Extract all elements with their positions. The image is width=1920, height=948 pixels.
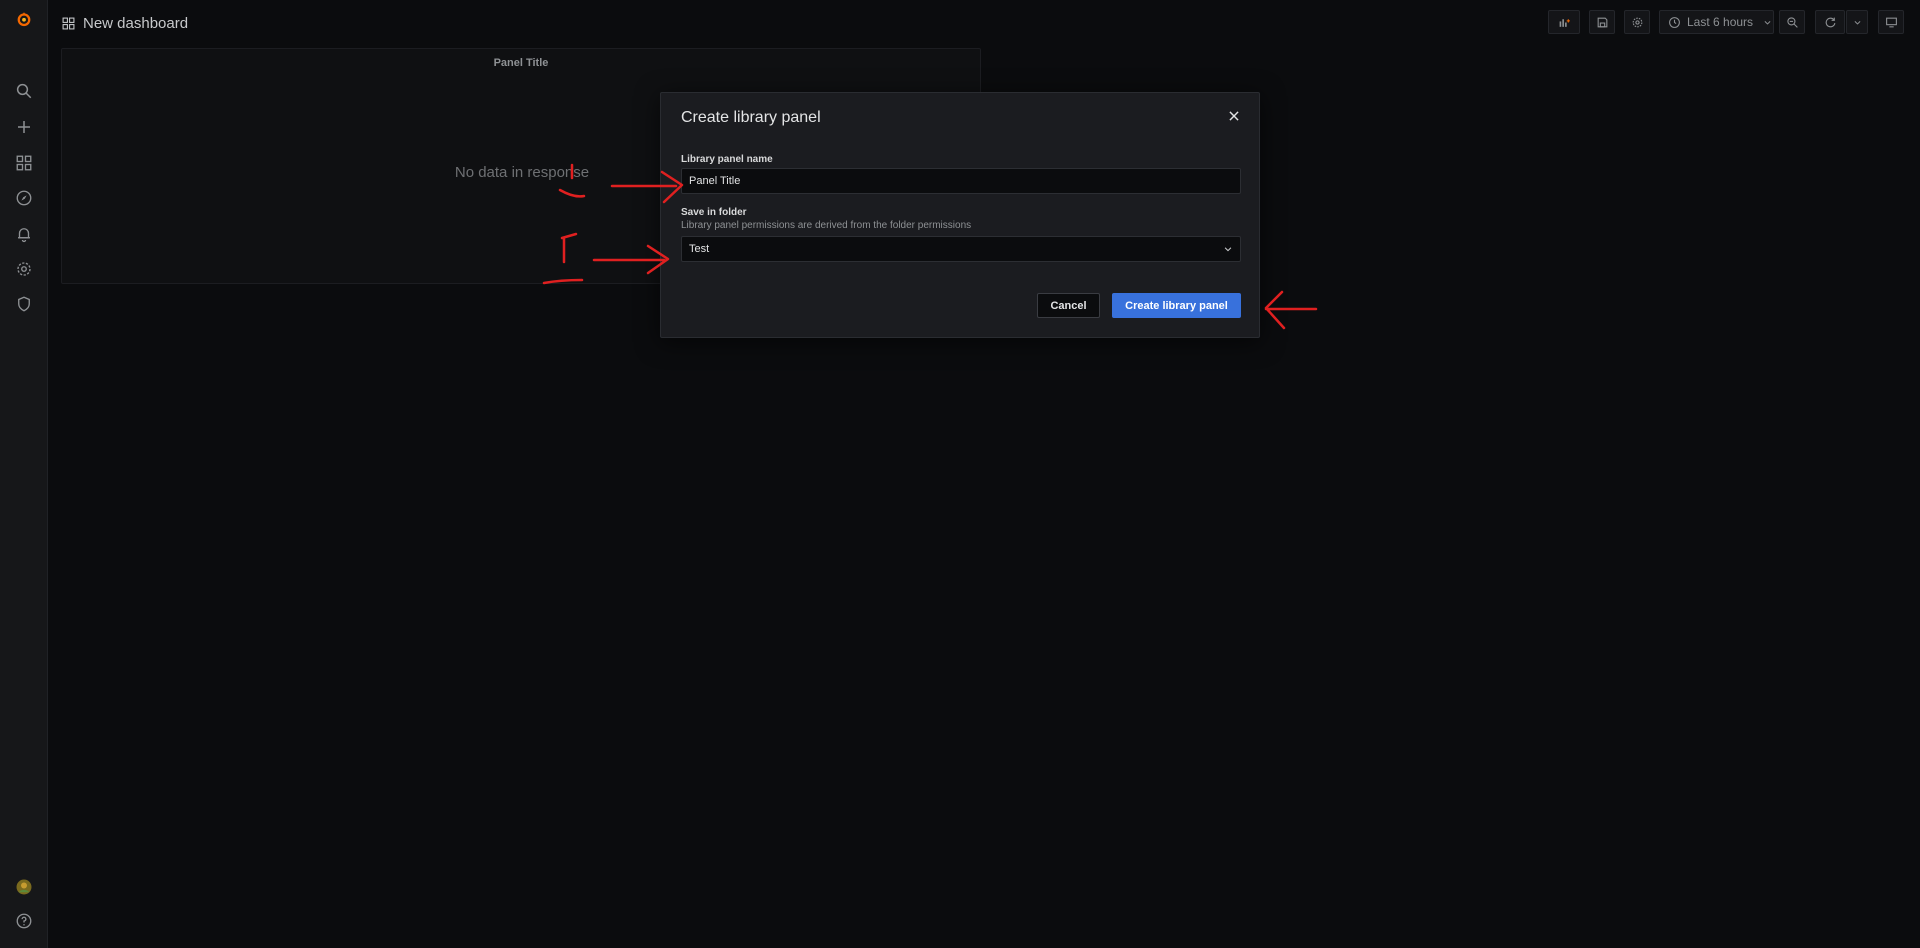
dashboard-grid-icon [62, 17, 75, 29]
close-button[interactable] [1225, 107, 1243, 125]
grafana-logo-icon [17, 12, 31, 27]
search-button[interactable] [0, 74, 48, 108]
monitor-icon [1885, 17, 1897, 27]
time-range-label: Last 6 hours [1687, 15, 1754, 29]
chevron-down-icon [1224, 247, 1232, 252]
shield-icon [18, 296, 30, 312]
close-icon [1229, 111, 1239, 121]
user-avatar[interactable] [0, 870, 48, 904]
compass-icon [16, 190, 32, 206]
create-library-panel-button[interactable]: Create library panel [1112, 293, 1241, 318]
time-range-picker[interactable]: Last 6 hours [1659, 10, 1774, 34]
grafana-logo[interactable] [0, 2, 48, 36]
save-dashboard-button[interactable] [1589, 10, 1615, 34]
dashboards-button[interactable] [0, 146, 48, 180]
dashboards-icon [16, 155, 32, 171]
configuration-button[interactable] [0, 252, 48, 286]
create-library-panel-modal: Create library panel Library panel name … [660, 92, 1260, 338]
search-icon [16, 83, 32, 99]
refresh-interval-button[interactable] [1846, 10, 1868, 34]
gear-icon [17, 262, 31, 276]
modal-title: Create library panel [681, 109, 821, 126]
alerting-button[interactable] [0, 217, 48, 251]
library-panel-name-input[interactable] [681, 168, 1241, 194]
save-in-folder-label: Save in folder [681, 207, 747, 218]
cancel-button[interactable]: Cancel [1037, 293, 1100, 318]
view-mode-button[interactable] [1878, 10, 1904, 34]
explore-button[interactable] [0, 181, 48, 215]
create-button[interactable] [0, 110, 48, 144]
folder-select-value: Test [689, 243, 710, 255]
panel-title[interactable]: Panel Title [62, 57, 980, 69]
zoom-out-button[interactable] [1779, 10, 1805, 34]
dashboard-breadcrumb[interactable]: New dashboard [62, 13, 188, 33]
chevron-down-icon [1764, 20, 1771, 25]
bell-icon [18, 228, 30, 243]
folder-permissions-description: Library panel permissions are derived fr… [681, 220, 972, 231]
zoom-out-icon [1786, 16, 1798, 28]
add-panel-button[interactable] [1548, 10, 1580, 34]
sidebar [0, 0, 48, 948]
clock-icon [1669, 16, 1680, 28]
plus-icon [18, 121, 30, 133]
server-admin-button[interactable] [0, 287, 48, 321]
folder-select[interactable]: Test [681, 236, 1241, 262]
annotation-arrow-3 [1264, 290, 1318, 330]
help-icon [16, 913, 32, 929]
dashboard-settings-button[interactable] [1624, 10, 1650, 34]
avatar-icon [16, 879, 32, 895]
refresh-button[interactable] [1815, 10, 1845, 34]
chevron-down-icon [1854, 20, 1860, 25]
help-button[interactable] [0, 904, 48, 938]
dashboard-title: New dashboard [83, 14, 189, 32]
refresh-icon [1825, 17, 1835, 27]
library-panel-name-label: Library panel name [681, 154, 773, 165]
save-icon [1597, 17, 1607, 27]
gear-icon [1632, 17, 1642, 27]
add-panel-icon [1559, 18, 1570, 27]
